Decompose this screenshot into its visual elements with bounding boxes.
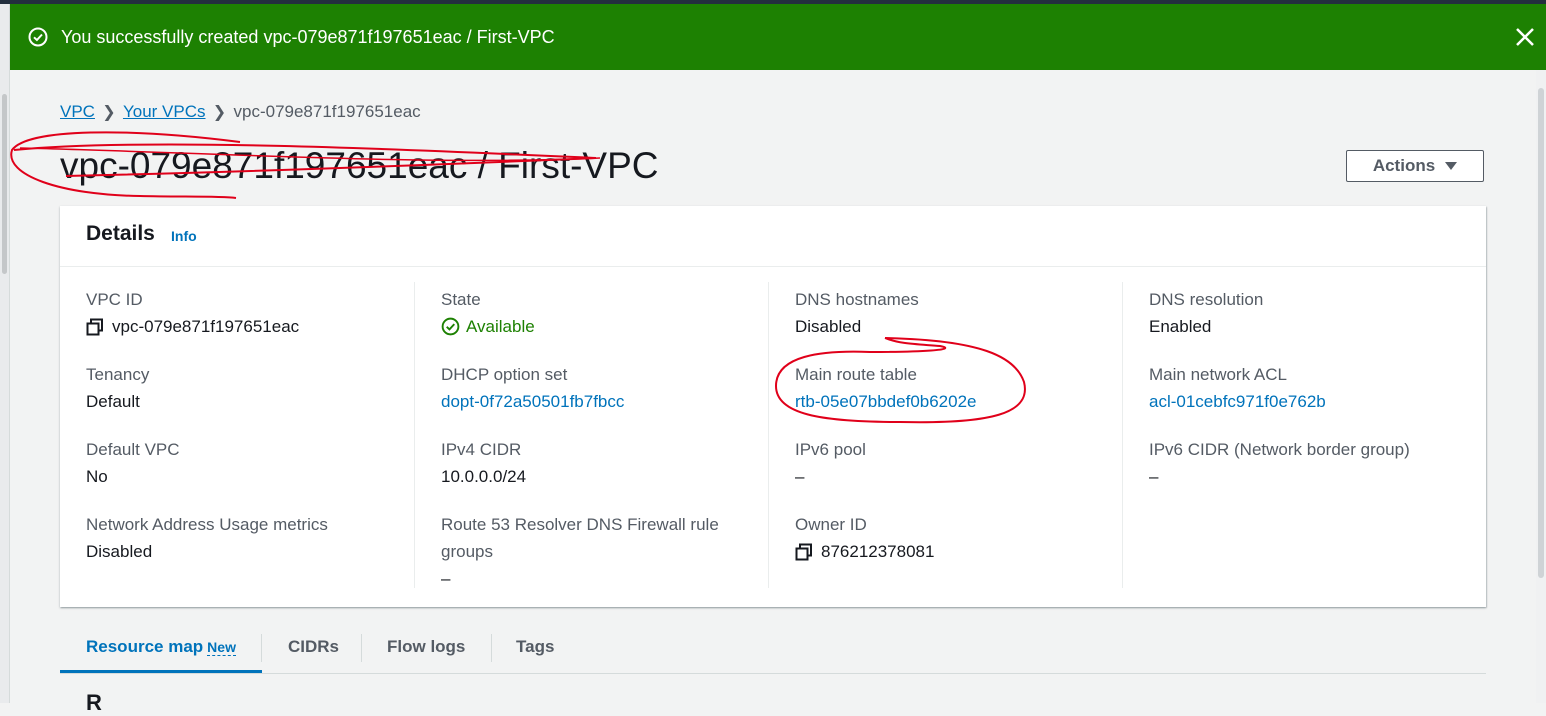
breadcrumb: VPC ❯ Your VPCs ❯ vpc-079e871f197651eac (60, 102, 421, 122)
field-value: Enabled (1149, 317, 1212, 336)
page-title: vpc-079e871f197651eac / First-VPC (60, 145, 659, 186)
tab-bar: Resource map New CIDRs Flow logs Tags (60, 630, 1486, 674)
field-tenancy: Tenancy Default (86, 361, 406, 415)
field-label: DHCP option set (441, 365, 568, 384)
actions-label: Actions (1372, 156, 1436, 175)
field-state: State Available (441, 286, 761, 340)
field-owner-id: Owner ID 876212378081 (795, 511, 1115, 565)
field-label: VPC ID (86, 290, 143, 309)
field-label: Network Address Usage metrics (86, 515, 328, 534)
actions-button[interactable]: Actions (1346, 150, 1484, 182)
field-ipv6-cidr: IPv6 CIDR (Network border group) – (1149, 436, 1469, 490)
field-label: Main route table (795, 365, 917, 384)
details-column-3: DNS hostnames Disabled Main route table … (768, 282, 1123, 588)
breadcrumb-your-vpcs[interactable]: Your VPCs (123, 102, 206, 122)
field-value: Default (86, 392, 140, 411)
section-title-cut-off: R (86, 690, 102, 715)
tab-cidrs[interactable]: CIDRs (288, 634, 339, 672)
field-vpc-id: VPC ID vpc-079e871f197651eac (86, 286, 406, 340)
field-value: 10.0.0.0/24 (441, 467, 527, 486)
field-value: – (441, 569, 451, 588)
field-label: Owner ID (795, 515, 867, 534)
copy-icon[interactable] (86, 318, 104, 336)
field-value: – (795, 467, 805, 486)
field-label: Main network ACL (1149, 365, 1287, 384)
field-value: No (86, 467, 108, 486)
field-label: DNS resolution (1149, 290, 1264, 309)
tab-divider (261, 634, 262, 662)
field-value: Disabled (795, 317, 862, 336)
left-scrollbar-thumb[interactable] (2, 94, 7, 274)
status-available-icon (441, 317, 460, 336)
details-columns: VPC ID vpc-079e871f197651eac Tenancy Def… (60, 266, 1486, 607)
field-value: 876212378081 (795, 538, 1115, 565)
field-main-route-table: Main route table rtb-05e07bbdef0b6202e (795, 361, 1115, 415)
chevron-right-icon: ❯ (212, 104, 227, 121)
field-value: Disabled (86, 542, 153, 561)
close-icon[interactable] (1514, 26, 1536, 48)
breadcrumb-current: vpc-079e871f197651eac (233, 102, 421, 121)
field-dns-hostnames: DNS hostnames Disabled (795, 286, 1115, 340)
details-column-4: DNS resolution Enabled Main network ACL … (1122, 282, 1477, 588)
flash-message: You successfully created vpc-079e871f197… (61, 27, 555, 47)
owner-id-value: 876212378081 (821, 542, 935, 561)
field-route53-firewall: Route 53 Resolver DNS Firewall rule grou… (441, 511, 761, 592)
left-scrollbar[interactable] (0, 4, 10, 703)
field-dns-resolution: DNS resolution Enabled (1149, 286, 1469, 340)
details-column-2: State Available DHCP option set dopt-0f7… (414, 282, 769, 588)
tab-flow-logs[interactable]: Flow logs (387, 634, 465, 672)
field-value: Available (441, 313, 761, 340)
check-circle-icon (28, 27, 48, 47)
new-badge: New (207, 639, 236, 656)
field-ipv6-pool: IPv6 pool – (795, 436, 1115, 490)
details-card: Details Info VPC ID vpc-079e871f197651ea… (60, 206, 1486, 607)
field-label: IPv6 pool (795, 440, 866, 459)
field-value: – (1149, 467, 1159, 486)
tab-divider (361, 634, 362, 662)
info-link[interactable]: Info (171, 228, 197, 244)
caret-down-icon (1445, 162, 1458, 170)
field-label: Route 53 Resolver DNS Firewall rule grou… (441, 515, 719, 561)
field-nau-metrics: Network Address Usage metrics Disabled (86, 511, 406, 565)
success-flash-banner: You successfully created vpc-079e871f197… (10, 4, 1546, 70)
right-scrollbar-thumb[interactable] (1538, 88, 1544, 578)
breadcrumb-vpc[interactable]: VPC (60, 102, 95, 122)
dhcp-link[interactable]: dopt-0f72a50501fb7fbcc (441, 388, 761, 415)
main-route-table-link[interactable]: rtb-05e07bbdef0b6202e (795, 388, 1115, 415)
right-scrollbar[interactable] (1536, 70, 1546, 703)
details-title: Details (86, 222, 155, 245)
field-value: vpc-079e871f197651eac (86, 313, 406, 340)
copy-icon[interactable] (795, 543, 813, 561)
details-column-1: VPC ID vpc-079e871f197651eac Tenancy Def… (60, 282, 414, 588)
field-label: IPv6 CIDR (Network border group) (1149, 440, 1410, 459)
field-label: Default VPC (86, 440, 180, 459)
details-header: Details Info (60, 206, 1486, 267)
field-default-vpc: Default VPC No (86, 436, 406, 490)
tab-label: Resource map (86, 637, 204, 656)
tab-resource-map[interactable]: Resource map New (60, 634, 262, 673)
field-label: IPv4 CIDR (441, 440, 522, 459)
vpc-id-value: vpc-079e871f197651eac (112, 317, 300, 336)
field-label: State (441, 290, 481, 309)
field-dhcp: DHCP option set dopt-0f72a50501fb7fbcc (441, 361, 761, 415)
tab-divider (491, 634, 492, 662)
tab-tags[interactable]: Tags (516, 634, 554, 672)
field-label: Tenancy (86, 365, 150, 384)
chevron-right-icon: ❯ (102, 104, 116, 121)
state-value: Available (466, 317, 535, 336)
field-ipv4-cidr: IPv4 CIDR 10.0.0.0/24 (441, 436, 761, 490)
main-acl-link[interactable]: acl-01cebfc971f0e762b (1149, 388, 1469, 415)
field-main-acl: Main network ACL acl-01cebfc971f0e762b (1149, 361, 1469, 415)
field-label: DNS hostnames (795, 290, 919, 309)
